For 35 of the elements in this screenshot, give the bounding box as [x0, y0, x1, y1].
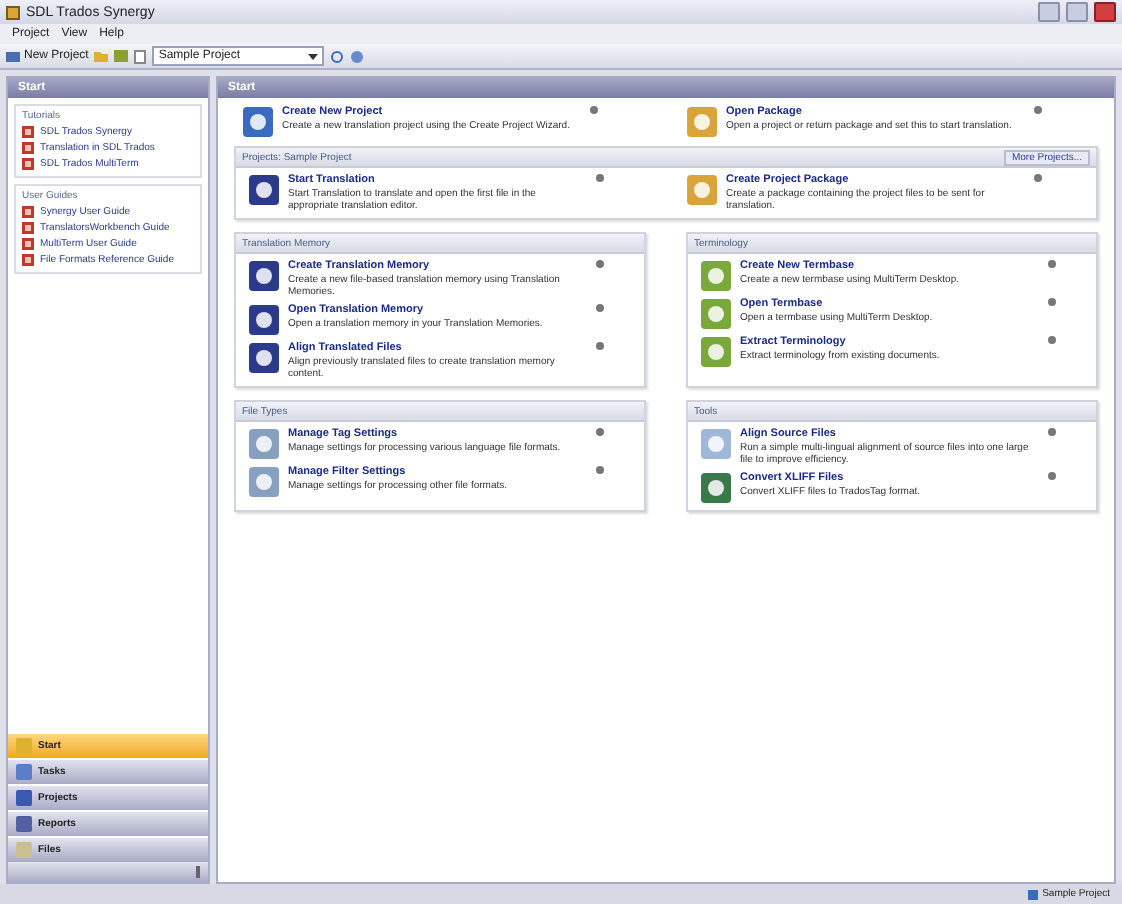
dropdown-arrow-icon — [308, 53, 319, 59]
action-icon — [248, 342, 280, 374]
action-icon — [686, 174, 718, 206]
info-icon — [1048, 260, 1056, 268]
info-icon — [1048, 472, 1056, 480]
info-icon — [596, 466, 604, 474]
info-icon — [596, 342, 604, 350]
action-icon — [700, 298, 732, 330]
action-icon — [248, 466, 280, 498]
action-icon — [248, 174, 280, 206]
minimize-button[interactable] — [1038, 2, 1060, 22]
action-icon — [700, 472, 732, 504]
info-icon — [590, 106, 598, 114]
info-icon — [1048, 428, 1056, 436]
maximize-button[interactable] — [1066, 2, 1088, 22]
info-icon — [596, 428, 604, 436]
action-icon — [248, 260, 280, 292]
info-icon — [1048, 298, 1056, 306]
action-icon — [248, 428, 280, 460]
info-icon — [1034, 174, 1042, 182]
action-icon — [700, 428, 732, 460]
action-icon — [248, 304, 280, 336]
action-icon — [242, 106, 274, 138]
info-icon — [1034, 106, 1042, 114]
info-icon — [596, 174, 604, 182]
info-icon — [596, 260, 604, 268]
action-icon — [700, 260, 732, 292]
document-icon — [134, 49, 147, 63]
action-icon — [700, 336, 732, 368]
action-icon — [686, 106, 718, 138]
close-button[interactable] — [1094, 2, 1116, 22]
info-icon — [1048, 336, 1056, 344]
project-icon — [1028, 889, 1039, 899]
info-icon — [596, 304, 604, 312]
app-icon — [6, 5, 20, 19]
